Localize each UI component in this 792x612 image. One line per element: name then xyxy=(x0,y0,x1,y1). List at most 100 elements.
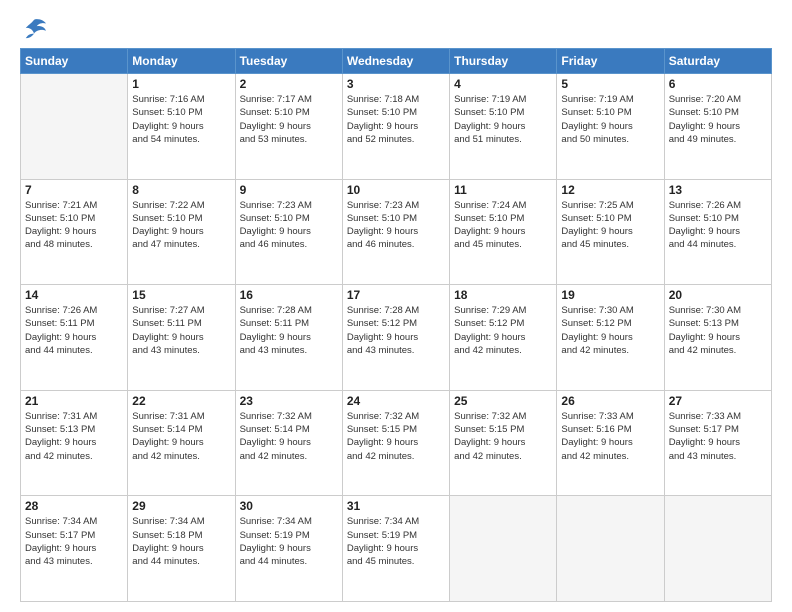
calendar-cell: 19Sunrise: 7:30 AM Sunset: 5:12 PM Dayli… xyxy=(557,285,664,391)
day-number: 29 xyxy=(132,499,230,513)
day-number: 13 xyxy=(669,183,767,197)
day-info: Sunrise: 7:22 AM Sunset: 5:10 PM Dayligh… xyxy=(132,199,230,252)
day-number: 3 xyxy=(347,77,445,91)
day-number: 18 xyxy=(454,288,552,302)
calendar-header-friday: Friday xyxy=(557,49,664,74)
logo xyxy=(20,18,52,40)
calendar-header-sunday: Sunday xyxy=(21,49,128,74)
calendar-cell: 13Sunrise: 7:26 AM Sunset: 5:10 PM Dayli… xyxy=(664,179,771,285)
day-info: Sunrise: 7:28 AM Sunset: 5:12 PM Dayligh… xyxy=(347,304,445,357)
day-info: Sunrise: 7:34 AM Sunset: 5:17 PM Dayligh… xyxy=(25,515,123,568)
calendar-cell: 22 Sunrise: 7:31 AM Sunset: 5:14 PM Dayli… xyxy=(128,390,235,496)
calendar-cell: 10 Sunrise: 7:23 AM Sunset: 5:10 PM Dayli… xyxy=(342,179,449,285)
day-info: Sunrise: 7:31 AM Sunset: 5:13 PM Dayligh… xyxy=(25,410,123,463)
day-info: Sunrise: 7:16 AM Sunset: 5:10 PM Dayligh… xyxy=(132,93,230,146)
calendar-cell: 5 Sunrise: 7:19 AM Sunset: 5:10 PM Daylig… xyxy=(557,74,664,180)
calendar-header-row: SundayMondayTuesdayWednesdayThursdayFrid… xyxy=(21,49,772,74)
calendar-cell: 8 Sunrise: 7:22 AM Sunset: 5:10 PM Daylig… xyxy=(128,179,235,285)
day-info: Sunrise: 7:24 AM Sunset: 5:10 PM Dayligh… xyxy=(454,199,552,252)
day-info: Sunrise: 7:33 AM Sunset: 5:17 PM Dayligh… xyxy=(669,410,767,463)
calendar-cell: 29 Sunrise: 7:34 AM Sunset: 5:18 PM Dayli… xyxy=(128,496,235,602)
day-info: Sunrise: 7:27 AM Sunset: 5:11 PM Dayligh… xyxy=(132,304,230,357)
day-info: Sunrise: 7:30 AM Sunset: 5:13 PM Dayligh… xyxy=(669,304,767,357)
calendar-cell: 20Sunrise: 7:30 AM Sunset: 5:13 PM Dayli… xyxy=(664,285,771,391)
calendar-week-row-5: 28 Sunrise: 7:34 AM Sunset: 5:17 PM Dayli… xyxy=(21,496,772,602)
day-number: 22 xyxy=(132,394,230,408)
calendar-cell: 28 Sunrise: 7:34 AM Sunset: 5:17 PM Dayli… xyxy=(21,496,128,602)
day-number: 7 xyxy=(25,183,123,197)
day-info: Sunrise: 7:19 AM Sunset: 5:10 PM Dayligh… xyxy=(561,93,659,146)
calendar-header-tuesday: Tuesday xyxy=(235,49,342,74)
calendar-table: SundayMondayTuesdayWednesdayThursdayFrid… xyxy=(20,48,772,602)
day-info: Sunrise: 7:23 AM Sunset: 5:10 PM Dayligh… xyxy=(240,199,338,252)
calendar-header-monday: Monday xyxy=(128,49,235,74)
day-info: Sunrise: 7:23 AM Sunset: 5:10 PM Dayligh… xyxy=(347,199,445,252)
calendar-cell xyxy=(450,496,557,602)
header xyxy=(20,18,772,40)
day-number: 30 xyxy=(240,499,338,513)
day-number: 12 xyxy=(561,183,659,197)
day-number: 28 xyxy=(25,499,123,513)
calendar-cell: 6 Sunrise: 7:20 AM Sunset: 5:10 PM Daylig… xyxy=(664,74,771,180)
day-info: Sunrise: 7:18 AM Sunset: 5:10 PM Dayligh… xyxy=(347,93,445,146)
day-info: Sunrise: 7:29 AM Sunset: 5:12 PM Dayligh… xyxy=(454,304,552,357)
calendar-cell: 24 Sunrise: 7:32 AM Sunset: 5:15 PM Dayli… xyxy=(342,390,449,496)
calendar-cell: 27 Sunrise: 7:33 AM Sunset: 5:17 PM Dayli… xyxy=(664,390,771,496)
day-info: Sunrise: 7:17 AM Sunset: 5:10 PM Dayligh… xyxy=(240,93,338,146)
day-number: 4 xyxy=(454,77,552,91)
calendar-cell: 12Sunrise: 7:25 AM Sunset: 5:10 PM Dayli… xyxy=(557,179,664,285)
day-number: 5 xyxy=(561,77,659,91)
day-number: 1 xyxy=(132,77,230,91)
calendar-cell: 16Sunrise: 7:28 AM Sunset: 5:11 PM Dayli… xyxy=(235,285,342,391)
day-info: Sunrise: 7:19 AM Sunset: 5:10 PM Dayligh… xyxy=(454,93,552,146)
day-info: Sunrise: 7:31 AM Sunset: 5:14 PM Dayligh… xyxy=(132,410,230,463)
day-number: 10 xyxy=(347,183,445,197)
day-number: 23 xyxy=(240,394,338,408)
page: SundayMondayTuesdayWednesdayThursdayFrid… xyxy=(0,0,792,612)
day-number: 15 xyxy=(132,288,230,302)
day-number: 14 xyxy=(25,288,123,302)
day-info: Sunrise: 7:32 AM Sunset: 5:14 PM Dayligh… xyxy=(240,410,338,463)
calendar-cell: 18 Sunrise: 7:29 AM Sunset: 5:12 PM Dayli… xyxy=(450,285,557,391)
calendar-cell: 21 Sunrise: 7:31 AM Sunset: 5:13 PM Dayli… xyxy=(21,390,128,496)
calendar-week-row-3: 14Sunrise: 7:26 AM Sunset: 5:11 PM Dayli… xyxy=(21,285,772,391)
calendar-week-row-4: 21 Sunrise: 7:31 AM Sunset: 5:13 PM Dayli… xyxy=(21,390,772,496)
day-number: 17 xyxy=(347,288,445,302)
calendar-cell: 4 Sunrise: 7:19 AM Sunset: 5:10 PM Daylig… xyxy=(450,74,557,180)
calendar-cell: 7Sunrise: 7:21 AM Sunset: 5:10 PM Daylig… xyxy=(21,179,128,285)
day-number: 31 xyxy=(347,499,445,513)
day-info: Sunrise: 7:34 AM Sunset: 5:19 PM Dayligh… xyxy=(347,515,445,568)
day-number: 8 xyxy=(132,183,230,197)
day-info: Sunrise: 7:34 AM Sunset: 5:18 PM Dayligh… xyxy=(132,515,230,568)
calendar-header-thursday: Thursday xyxy=(450,49,557,74)
calendar-cell xyxy=(664,496,771,602)
day-number: 21 xyxy=(25,394,123,408)
calendar-cell: 11Sunrise: 7:24 AM Sunset: 5:10 PM Dayli… xyxy=(450,179,557,285)
calendar-week-row-1: 1 Sunrise: 7:16 AM Sunset: 5:10 PM Daylig… xyxy=(21,74,772,180)
calendar-week-row-2: 7Sunrise: 7:21 AM Sunset: 5:10 PM Daylig… xyxy=(21,179,772,285)
calendar-cell: 1 Sunrise: 7:16 AM Sunset: 5:10 PM Daylig… xyxy=(128,74,235,180)
logo-bird-icon xyxy=(20,18,48,40)
day-number: 6 xyxy=(669,77,767,91)
calendar-cell: 17 Sunrise: 7:28 AM Sunset: 5:12 PM Dayli… xyxy=(342,285,449,391)
day-number: 2 xyxy=(240,77,338,91)
day-info: Sunrise: 7:20 AM Sunset: 5:10 PM Dayligh… xyxy=(669,93,767,146)
day-info: Sunrise: 7:34 AM Sunset: 5:19 PM Dayligh… xyxy=(240,515,338,568)
calendar-cell: 30 Sunrise: 7:34 AM Sunset: 5:19 PM Dayli… xyxy=(235,496,342,602)
day-info: Sunrise: 7:32 AM Sunset: 5:15 PM Dayligh… xyxy=(347,410,445,463)
calendar-cell: 9Sunrise: 7:23 AM Sunset: 5:10 PM Daylig… xyxy=(235,179,342,285)
day-number: 25 xyxy=(454,394,552,408)
calendar-cell: 14Sunrise: 7:26 AM Sunset: 5:11 PM Dayli… xyxy=(21,285,128,391)
calendar-cell: 26 Sunrise: 7:33 AM Sunset: 5:16 PM Dayli… xyxy=(557,390,664,496)
calendar-cell: 31 Sunrise: 7:34 AM Sunset: 5:19 PM Dayli… xyxy=(342,496,449,602)
day-number: 24 xyxy=(347,394,445,408)
calendar-cell: 15 Sunrise: 7:27 AM Sunset: 5:11 PM Dayli… xyxy=(128,285,235,391)
day-number: 27 xyxy=(669,394,767,408)
calendar-cell: 2 Sunrise: 7:17 AM Sunset: 5:10 PM Daylig… xyxy=(235,74,342,180)
calendar-header-saturday: Saturday xyxy=(664,49,771,74)
calendar-cell: 25Sunrise: 7:32 AM Sunset: 5:15 PM Dayli… xyxy=(450,390,557,496)
calendar-cell: 3 Sunrise: 7:18 AM Sunset: 5:10 PM Daylig… xyxy=(342,74,449,180)
day-info: Sunrise: 7:33 AM Sunset: 5:16 PM Dayligh… xyxy=(561,410,659,463)
day-number: 26 xyxy=(561,394,659,408)
day-number: 16 xyxy=(240,288,338,302)
